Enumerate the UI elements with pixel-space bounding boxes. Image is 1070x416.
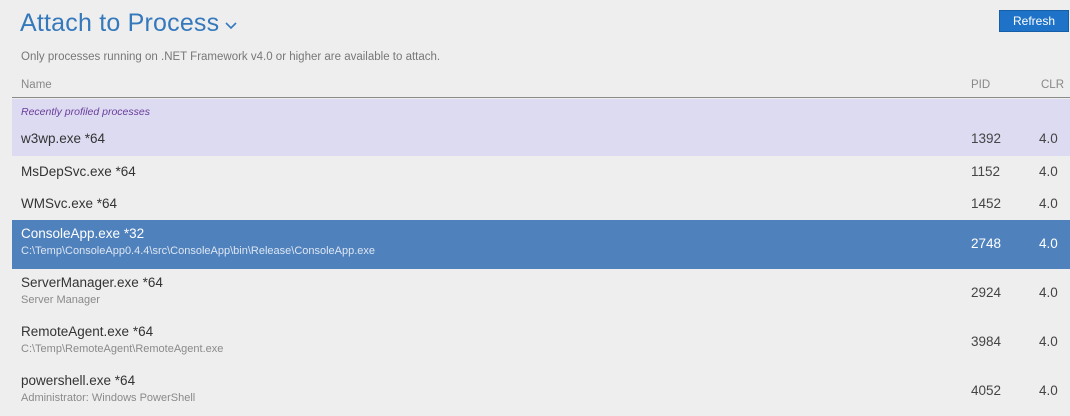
process-clr: 4.0 xyxy=(1039,334,1058,349)
process-row[interactable]: ServerManager.exe *64 Server Manager 292… xyxy=(12,269,1070,318)
process-row[interactable]: MsDepSvc.exe *64 1152 4.0 xyxy=(12,156,1070,188)
process-name: w3wp.exe *64 xyxy=(21,131,106,146)
column-name[interactable]: Name xyxy=(21,79,52,91)
process-pid: 2924 xyxy=(971,285,1002,300)
process-clr: 4.0 xyxy=(1039,236,1058,251)
process-clr: 4.0 xyxy=(1039,196,1058,211)
process-name: RemoteAgent.exe *64 xyxy=(21,324,154,339)
process-path: C:\Temp\ConsoleApp0.4.4\src\ConsoleApp\b… xyxy=(21,245,376,257)
refresh-button[interactable]: Refresh xyxy=(999,10,1069,32)
process-pid: 2748 xyxy=(971,236,1002,251)
process-row[interactable]: WMSvc.exe *64 1452 4.0 xyxy=(12,188,1070,220)
process-row[interactable]: RemoteAgent.exe *64 C:\Temp\RemoteAgent\… xyxy=(12,318,1070,367)
process-pid: 3984 xyxy=(971,334,1002,349)
subtitle: Only processes running on .NET Framework… xyxy=(21,51,441,63)
process-name: MsDepSvc.exe *64 xyxy=(21,164,136,179)
process-pid: 4052 xyxy=(971,383,1002,398)
column-clr[interactable]: CLR xyxy=(1041,79,1064,91)
column-pid[interactable]: PID xyxy=(971,79,990,91)
process-clr: 4.0 xyxy=(1039,131,1058,146)
process-pid: 1392 xyxy=(971,131,1002,146)
process-pid: 1452 xyxy=(971,196,1002,211)
process-row[interactable]: powershell.exe *64 Administrator: Window… xyxy=(12,367,1070,416)
column-header: Name PID CLR xyxy=(12,74,1070,98)
process-name: powershell.exe *64 xyxy=(21,373,136,388)
recent-group-label: Recently profiled processes xyxy=(21,106,150,118)
recent-group-header: Recently profiled processes xyxy=(12,99,1070,123)
page-title: Attach to Process xyxy=(20,9,220,37)
process-clr: 4.0 xyxy=(1039,383,1058,398)
process-name: ServerManager.exe *64 xyxy=(21,275,163,290)
process-description: Server Manager xyxy=(21,294,100,306)
process-pid: 1152 xyxy=(971,164,1001,179)
chevron-down-icon xyxy=(225,17,237,35)
process-row-selected[interactable]: ConsoleApp.exe *32 C:\Temp\ConsoleApp0.4… xyxy=(12,220,1070,269)
title-dropdown[interactable]: Attach to Process xyxy=(20,9,237,38)
process-clr: 4.0 xyxy=(1039,164,1058,179)
process-name: ConsoleApp.exe *32 xyxy=(21,226,145,241)
process-name: WMSvc.exe *64 xyxy=(21,196,118,211)
process-path: C:\Temp\RemoteAgent\RemoteAgent.exe xyxy=(21,343,224,355)
process-row[interactable]: w3wp.exe *64 1392 4.0 xyxy=(12,123,1070,156)
process-clr: 4.0 xyxy=(1039,285,1058,300)
process-description: Administrator: Windows PowerShell xyxy=(21,392,196,404)
process-list: Recently profiled processes w3wp.exe *64… xyxy=(12,99,1070,416)
